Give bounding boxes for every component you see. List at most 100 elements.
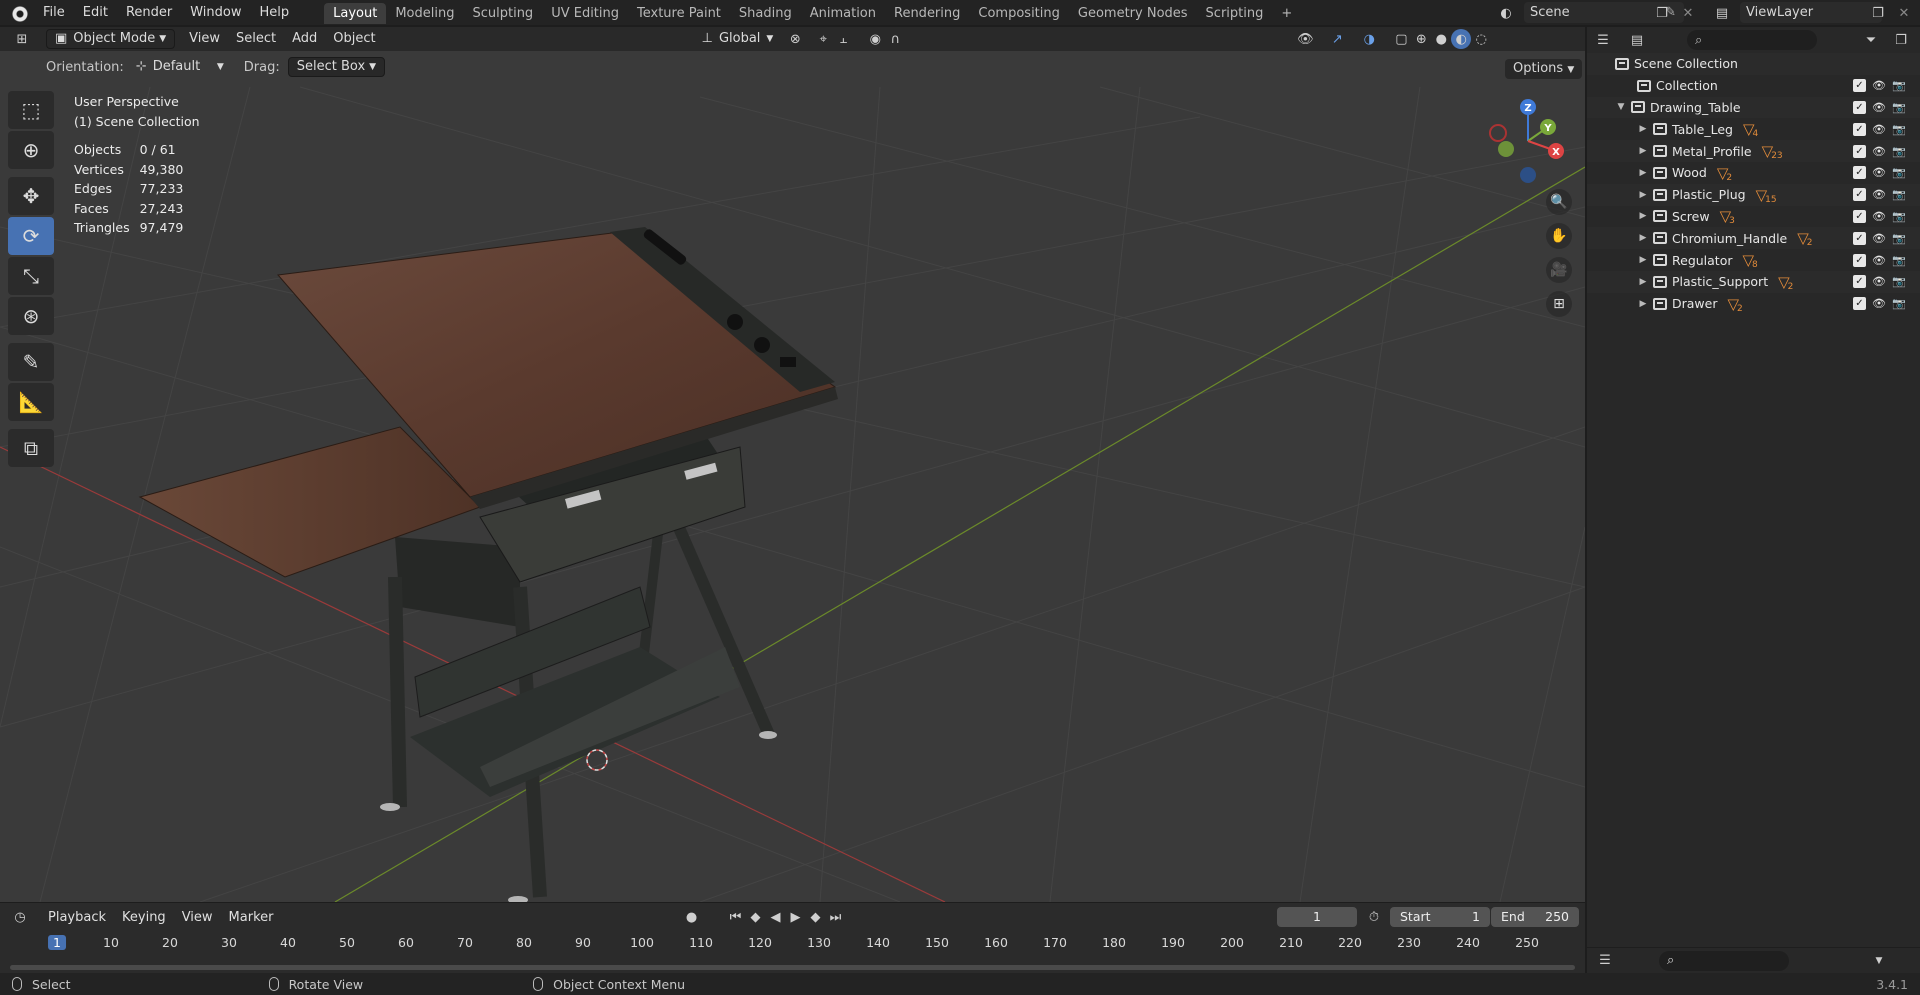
camera-icon[interactable]: 📷	[1892, 254, 1906, 267]
delete-view-layer-icon[interactable]: ✕	[1894, 3, 1914, 23]
frame-ruler[interactable]: 1 10 20 30 40 50 60 70 80 90 100 110 120…	[0, 931, 1585, 957]
stopwatch-icon[interactable]: ⏱	[1364, 907, 1384, 927]
start-frame-field[interactable]: Start 1	[1390, 907, 1490, 927]
play-icon[interactable]: ▶	[785, 907, 805, 927]
editor-type-icon[interactable]: ☰	[1593, 30, 1613, 50]
add-workspace-button[interactable]: +	[1272, 3, 1301, 24]
eye-icon[interactable]: 👁	[1872, 123, 1886, 136]
eye-icon[interactable]: 👁	[1872, 166, 1886, 179]
exclude-checkbox[interactable]: ✓	[1853, 253, 1866, 267]
camera-icon[interactable]: 📷	[1892, 275, 1906, 288]
new-scene-icon[interactable]: ❐	[1652, 3, 1672, 23]
view-layer-icon[interactable]: ▤	[1712, 3, 1732, 23]
exclude-checkbox[interactable]: ✓	[1853, 188, 1866, 202]
expand-arrow-icon[interactable]: ▶	[1637, 255, 1649, 265]
exclude-checkbox[interactable]: ✓	[1853, 144, 1866, 158]
exclude-checkbox[interactable]: ✓	[1853, 166, 1866, 180]
options-button[interactable]: Options ▼	[1505, 59, 1583, 79]
tab-modeling[interactable]: Modeling	[386, 3, 463, 24]
prev-keyframe-icon[interactable]: ◆	[745, 907, 765, 927]
expand-arrow-icon[interactable]: ▶	[1637, 168, 1649, 178]
menu-select[interactable]: Select	[228, 29, 284, 49]
menu-render[interactable]: Render	[117, 0, 181, 25]
annotate-icon[interactable]: ✎	[8, 343, 54, 381]
current-frame-field[interactable]: 1	[1277, 907, 1357, 927]
end-frame-field[interactable]: End 250	[1491, 907, 1579, 927]
eye-icon[interactable]: 👁	[1872, 297, 1886, 310]
menu-marker[interactable]: Marker	[221, 910, 282, 925]
navigation-gizmo[interactable]: Z Y X	[1480, 93, 1570, 183]
eye-icon[interactable]: 👁	[1872, 188, 1886, 201]
add-cube-icon[interactable]: ⧉	[8, 429, 54, 467]
properties-search-input[interactable]: ⌕	[1659, 950, 1789, 971]
expand-arrow-icon[interactable]: ▶	[1637, 277, 1649, 287]
tab-shading[interactable]: Shading	[730, 3, 801, 24]
jump-end-icon[interactable]: ⏭	[825, 907, 845, 927]
exclude-checkbox[interactable]: ✓	[1853, 79, 1866, 93]
snap-icon[interactable]: ⌖	[813, 29, 833, 49]
tab-layout[interactable]: Layout	[324, 3, 387, 24]
tab-geometry-nodes[interactable]: Geometry Nodes	[1069, 3, 1197, 24]
view-layer-selector[interactable]: ViewLayer	[1740, 2, 1882, 23]
playhead[interactable]: 1	[48, 935, 66, 950]
tab-rendering[interactable]: Rendering	[885, 3, 969, 24]
camera-icon[interactable]: 📷	[1892, 297, 1906, 310]
menu-help[interactable]: Help	[251, 0, 299, 25]
new-collection-icon[interactable]: ❐	[1891, 30, 1911, 50]
falloff-icon[interactable]: ∩	[885, 29, 905, 49]
visibility-icon[interactable]: 👁	[1295, 29, 1315, 49]
outliner-row-chromium-handle[interactable]: ▶ Chromium_Handle ▽ 2 ✓ 👁 📷	[1587, 227, 1920, 250]
blender-logo-icon[interactable]	[8, 2, 28, 23]
delete-scene-icon[interactable]: ✕	[1678, 3, 1698, 23]
menu-edit[interactable]: Edit	[74, 0, 117, 25]
tab-sculpting[interactable]: Sculpting	[463, 3, 542, 24]
outliner-row-plastic-support[interactable]: ▶ Plastic_Support ▽ 2 ✓ 👁 📷	[1587, 270, 1920, 293]
menu-file[interactable]: File	[34, 0, 74, 25]
pivot-point-icon[interactable]: ⊗	[785, 29, 805, 49]
material-shading-icon[interactable]: ◐	[1451, 29, 1472, 49]
transform-icon[interactable]: ⊛	[8, 297, 54, 335]
scene-icon[interactable]: ◐	[1496, 3, 1516, 23]
menu-view[interactable]: View	[174, 910, 221, 925]
chevron-down-icon[interactable]: ▼	[1869, 951, 1889, 971]
expand-arrow-icon[interactable]: ▶	[1637, 233, 1649, 243]
camera-icon[interactable]: 📷	[1892, 101, 1906, 114]
menu-view[interactable]: View	[181, 29, 228, 49]
tab-compositing[interactable]: Compositing	[969, 3, 1069, 24]
camera-view-icon[interactable]: 🎥	[1546, 257, 1572, 283]
camera-icon[interactable]: 📷	[1892, 188, 1906, 201]
menu-keying[interactable]: Keying	[114, 910, 174, 925]
outliner-row-regulator[interactable]: ▶ Regulator ▽ 8 ✓ 👁 📷	[1587, 249, 1920, 271]
outliner-search-input[interactable]: ⌕	[1687, 30, 1817, 50]
new-view-layer-icon[interactable]: ❐	[1868, 3, 1888, 23]
eye-icon[interactable]: 👁	[1872, 145, 1886, 158]
exclude-checkbox[interactable]: ✓	[1853, 275, 1866, 289]
move-icon[interactable]: ✥	[8, 177, 54, 215]
tab-texture-paint[interactable]: Texture Paint	[628, 3, 730, 24]
select-box-icon[interactable]: ⬚	[8, 91, 54, 129]
camera-icon[interactable]: 📷	[1892, 123, 1906, 136]
tab-scripting[interactable]: Scripting	[1197, 3, 1273, 24]
measure-icon[interactable]: 📐	[8, 383, 54, 421]
pan-hand-icon[interactable]: ✋	[1546, 223, 1572, 249]
filter-icon[interactable]: ⏷	[1861, 30, 1881, 50]
eye-icon[interactable]: 👁	[1872, 101, 1886, 114]
display-mode-icon[interactable]: ▤	[1627, 30, 1647, 50]
tab-animation[interactable]: Animation	[801, 3, 885, 24]
outliner-row-table-leg[interactable]: ▶ Table_Leg ▽ 4 ✓ 👁 📷	[1587, 118, 1920, 141]
transform-orientation-dropdown[interactable]: ⊥ Global ▼	[694, 29, 782, 49]
orientation-dropdown[interactable]: ⊹ Default ▼	[128, 57, 232, 77]
exclude-checkbox[interactable]: ✓	[1853, 209, 1866, 223]
outliner-row-wood[interactable]: ▶ Wood ▽ 2 ✓ 👁 📷	[1587, 161, 1920, 184]
snap-target-icon[interactable]: ⫠	[833, 29, 853, 49]
eye-icon[interactable]: 👁	[1872, 210, 1886, 223]
expand-arrow-icon[interactable]: ▶	[1637, 211, 1649, 221]
next-keyframe-icon[interactable]: ◆	[805, 907, 825, 927]
rendered-shading-icon[interactable]: ◌	[1471, 29, 1491, 49]
camera-icon[interactable]: 📷	[1892, 79, 1906, 92]
camera-icon[interactable]: 📷	[1892, 145, 1906, 158]
wireframe-shading-icon[interactable]: ⊕	[1411, 29, 1431, 49]
editor-type-icon[interactable]: ◷	[10, 907, 30, 927]
overlay-toggle-icon[interactable]: ◑	[1359, 29, 1379, 49]
drag-dropdown[interactable]: Select Box ▼	[287, 57, 386, 77]
